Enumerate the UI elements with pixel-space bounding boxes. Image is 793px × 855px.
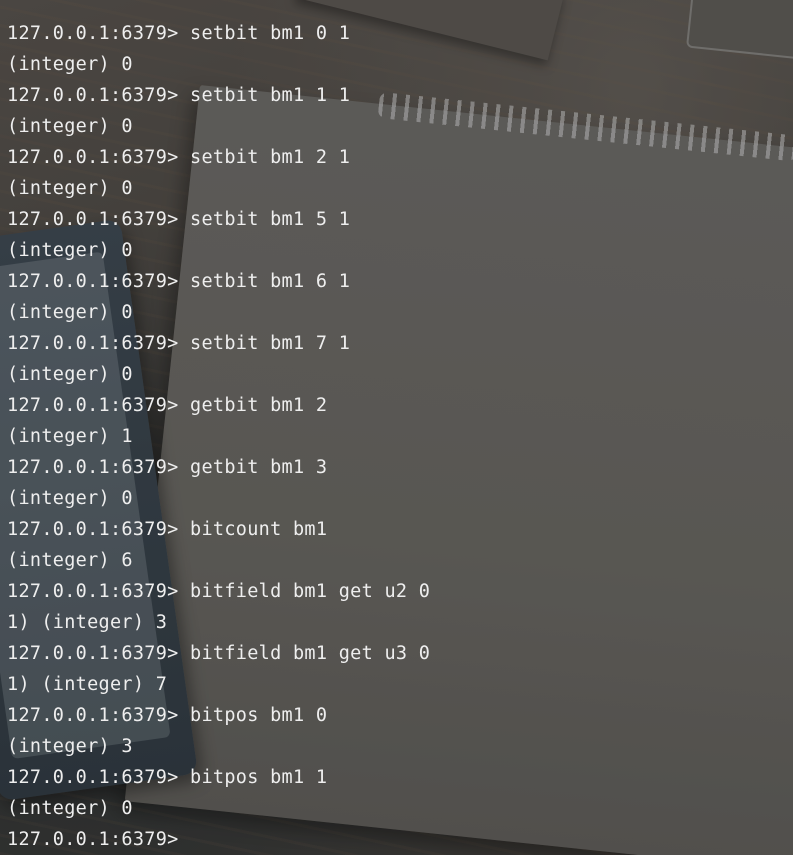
output-line: (integer) 0 [7, 488, 133, 509]
output-line: (integer) 0 [7, 302, 133, 323]
output-line: (integer) 0 [7, 798, 133, 819]
command-line: 127.0.0.1:6379> setbit bm1 2 1 [7, 147, 351, 168]
prompt-line[interactable]: 127.0.0.1:6379> [7, 824, 793, 855]
output-line: 1) (integer) 7 [7, 674, 168, 695]
output-line: (integer) 6 [7, 550, 133, 571]
command-line: 127.0.0.1:6379> bitcount bm1 [7, 519, 328, 540]
command-line: 127.0.0.1:6379> bitpos bm1 0 [7, 705, 328, 726]
command-line: 127.0.0.1:6379> bitfield bm1 get u3 0 [7, 643, 431, 664]
command-line: 127.0.0.1:6379> setbit bm1 0 1 [7, 23, 351, 44]
output-line: (integer) 0 [7, 364, 133, 385]
command-line: 127.0.0.1:6379> getbit bm1 3 [7, 457, 328, 478]
command-line: 127.0.0.1:6379> bitpos bm1 1 [7, 767, 328, 788]
output-line: (integer) 1 [7, 426, 133, 447]
output-line: (integer) 0 [7, 116, 133, 137]
command-line: 127.0.0.1:6379> getbit bm1 2 [7, 395, 328, 416]
output-line: (integer) 3 [7, 736, 133, 757]
output-line: 1) (integer) 3 [7, 612, 168, 633]
command-line: 127.0.0.1:6379> setbit bm1 5 1 [7, 209, 351, 230]
command-line: 127.0.0.1:6379> bitfield bm1 get u2 0 [7, 581, 431, 602]
command-line: 127.0.0.1:6379> setbit bm1 6 1 [7, 271, 351, 292]
output-line: (integer) 0 [7, 54, 133, 75]
output-line: (integer) 0 [7, 240, 133, 261]
command-line: 127.0.0.1:6379> setbit bm1 7 1 [7, 333, 351, 354]
output-line: (integer) 0 [7, 178, 133, 199]
terminal-window[interactable]: 127.0.0.1:6379> setbit bm1 0 1 (integer)… [0, 0, 793, 855]
command-line: 127.0.0.1:6379> setbit bm1 1 1 [7, 85, 351, 106]
